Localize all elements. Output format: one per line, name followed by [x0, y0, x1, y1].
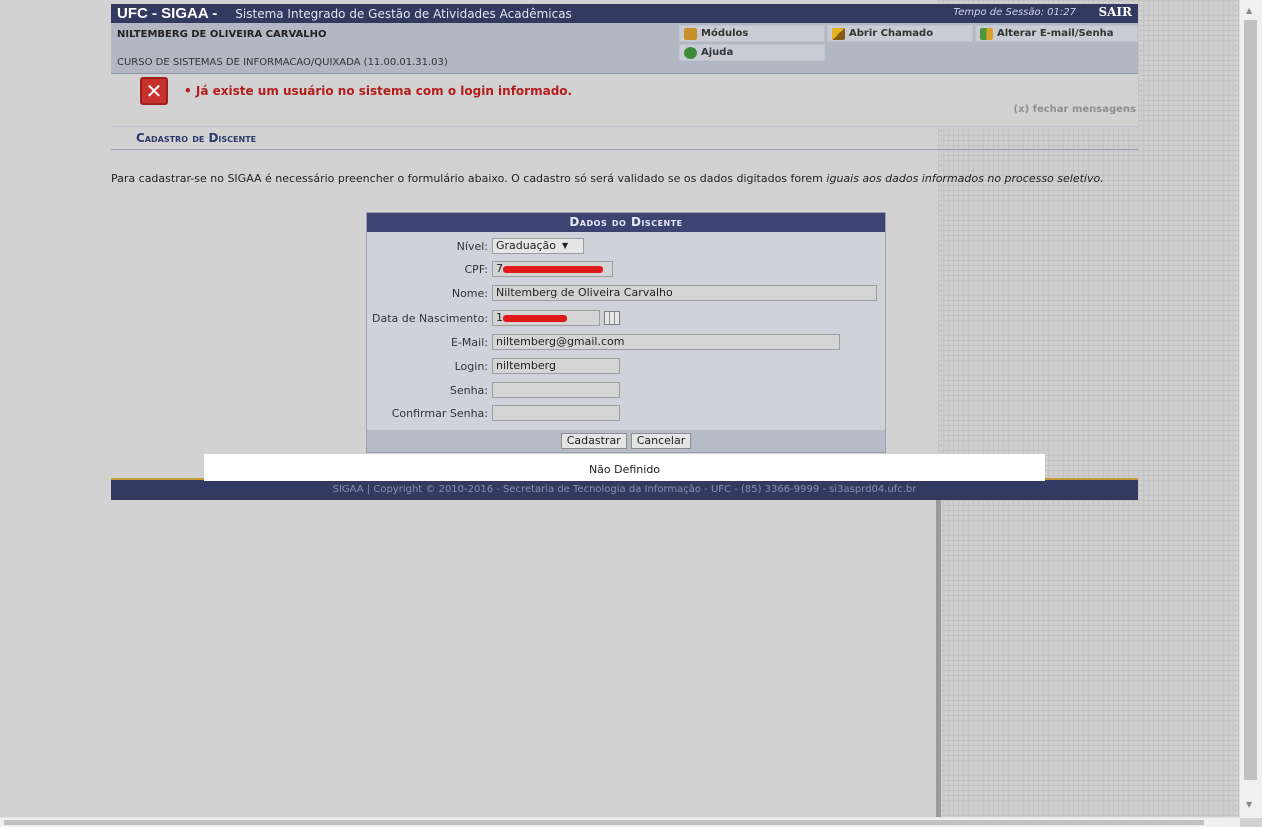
nivel-row: Nível: Graduação ▼: [367, 237, 584, 255]
top-bar: UFC - SIGAA - Sistema Integrado de Gestã…: [111, 4, 1138, 23]
scroll-up-icon[interactable]: ▲: [1246, 6, 1252, 15]
scrollbar-thumb[interactable]: [1244, 20, 1257, 780]
sigaa-logo: UFC - SIGAA -: [117, 5, 218, 22]
broom-icon: [832, 27, 845, 40]
modulos-label: Módulos: [701, 28, 749, 39]
login-label: Login:: [454, 359, 488, 373]
nivel-label: Nível:: [456, 239, 488, 253]
email-label: E-Mail:: [451, 335, 488, 349]
intro-text: Para cadastrar-se no SIGAA é necessário …: [111, 172, 1111, 185]
error-message-box: ✕ • Já existe um usuário no sistema com …: [111, 74, 1138, 126]
confirmar-senha-row: Confirmar Senha:: [367, 404, 620, 422]
user-info-bar: NILTEMBERG DE OLIVEIRA CARVALHO CURSO DE…: [111, 23, 1138, 74]
abrir-chamado-button[interactable]: Abrir Chamado: [827, 25, 973, 42]
vertical-scrollbar[interactable]: ▲ ▼: [1239, 0, 1262, 818]
close-messages-link[interactable]: (x) fechar mensagens: [1014, 104, 1136, 115]
help-icon: [684, 46, 697, 59]
intro-emphasis: iguais aos dados informados no processo …: [826, 172, 1104, 185]
error-message: • Já existe um usuário no sistema com o …: [184, 84, 573, 98]
background-divider: [936, 500, 941, 818]
senha-label: Senha:: [449, 383, 488, 397]
form-actions: Cadastrar Cancelar: [367, 430, 885, 452]
scrollbar-thumb-horizontal[interactable]: [4, 820, 1204, 825]
ajuda-button[interactable]: Ajuda: [679, 44, 825, 61]
user-course: CURSO DE SISTEMAS DE INFORMACAO/QUIXADA …: [117, 57, 448, 68]
nome-value: Niltemberg de Oliveira Carvalho: [496, 286, 673, 299]
cpf-row: CPF: 7: [367, 260, 613, 278]
nascimento-input[interactable]: 1: [492, 310, 600, 326]
modulos-button[interactable]: Módulos: [679, 25, 825, 42]
alterar-label: Alterar E-mail/Senha: [997, 28, 1114, 39]
intro-main: Para cadastrar-se no SIGAA é necessário …: [111, 172, 827, 185]
confirmar-senha-input[interactable]: [492, 405, 620, 421]
nao-definido-banner: Não Definido: [204, 454, 1045, 481]
footer: SIGAA | Copyright © 2010-2016 - Secretar…: [111, 478, 1138, 500]
horizontal-scrollbar[interactable]: [0, 817, 1240, 827]
nascimento-value: 1: [496, 311, 503, 324]
page-title: Cadastro de Discente: [111, 126, 1138, 150]
error-text: Já existe um usuário no sistema com o lo…: [195, 84, 573, 98]
nome-row: Nome: Niltemberg de Oliveira Carvalho: [367, 284, 877, 302]
scroll-down-icon[interactable]: ▼: [1246, 800, 1252, 809]
nivel-select[interactable]: Graduação ▼: [492, 238, 584, 254]
login-row: Login: niltemberg: [367, 357, 620, 375]
nome-input[interactable]: Niltemberg de Oliveira Carvalho: [492, 285, 877, 301]
redaction-mark: [503, 315, 567, 322]
senha-row: Senha:: [367, 381, 620, 399]
cancelar-button[interactable]: Cancelar: [630, 433, 692, 449]
modules-icon: [684, 27, 697, 40]
nascimento-label: Data de Nascimento:: [371, 311, 488, 325]
confirmar-senha-label: Confirmar Senha:: [391, 406, 488, 420]
user-name: NILTEMBERG DE OLIVEIRA CARVALHO: [117, 29, 327, 40]
redaction-mark: [503, 266, 603, 273]
system-name: Sistema Integrado de Gestão de Atividade…: [235, 6, 572, 21]
form-title: Dados do Discente: [367, 213, 885, 232]
error-icon: ✕: [140, 77, 168, 105]
dropdown-arrow-icon: ▼: [562, 241, 569, 250]
email-row: E-Mail: niltemberg@gmail.com: [367, 333, 840, 351]
page-container: UFC - SIGAA - Sistema Integrado de Gestã…: [111, 4, 1138, 150]
email-input[interactable]: niltemberg@gmail.com: [492, 334, 840, 350]
login-input[interactable]: niltemberg: [492, 358, 620, 374]
ajuda-label: Ajuda: [701, 47, 734, 58]
cpf-input[interactable]: 7: [492, 261, 613, 277]
login-value: niltemberg: [496, 359, 556, 372]
email-value: niltemberg@gmail.com: [496, 335, 625, 348]
users-icon: [980, 27, 993, 40]
nivel-value: Graduação: [496, 239, 557, 252]
calendar-icon[interactable]: [604, 311, 620, 325]
cpf-value: 7: [496, 262, 503, 275]
senha-input[interactable]: [492, 382, 620, 398]
student-form: Dados do Discente Nível: Graduação ▼ CPF…: [366, 212, 886, 453]
logout-link[interactable]: SAIR: [1098, 5, 1132, 19]
abrir-chamado-label: Abrir Chamado: [849, 28, 934, 39]
session-timer: Tempo de Sessão: 01:27: [953, 7, 1076, 18]
cadastrar-button[interactable]: Cadastrar: [560, 433, 627, 449]
alterar-email-senha-button[interactable]: Alterar E-mail/Senha: [975, 25, 1138, 42]
nascimento-row: Data de Nascimento: 1: [367, 309, 620, 327]
cpf-label: CPF:: [464, 262, 489, 276]
nome-label: Nome:: [451, 286, 488, 300]
